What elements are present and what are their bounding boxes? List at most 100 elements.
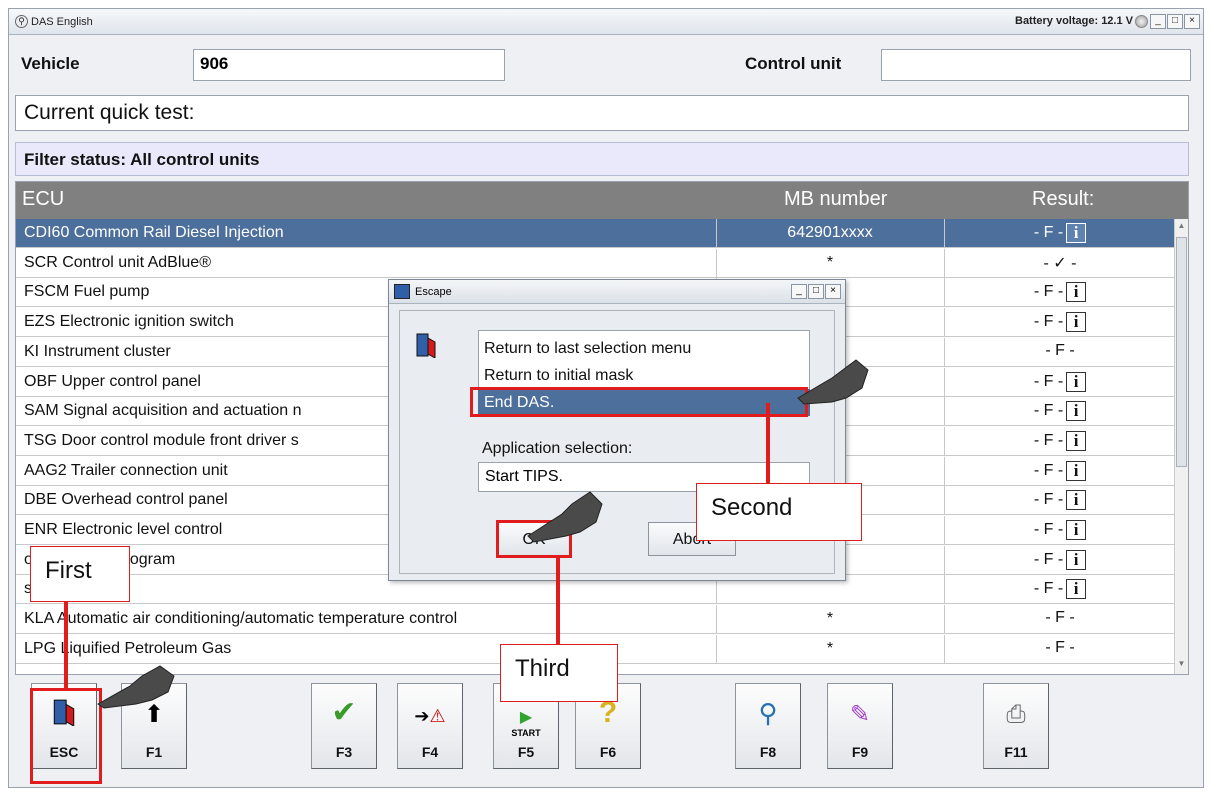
ecu-cell: KI Instrument cluster [24,342,171,360]
ecu-cell: DBE Overhead control panel [24,491,228,509]
scrollbar-thumb[interactable] [1176,237,1187,467]
info-icon[interactable]: i [1066,312,1087,333]
result-cell: - F -i [944,401,1176,422]
f11-button[interactable]: ⎙ F11 [983,683,1049,769]
result-cell: - F -i [944,520,1176,540]
close-button[interactable]: × [1184,14,1200,29]
info-icon[interactable]: i [1066,282,1087,303]
f4-button[interactable]: ➔⚠ F4 [397,683,463,769]
result-cell: - F - [944,639,1176,657]
result-text: - F - [1033,313,1064,331]
mb-number-header: MB number [784,188,888,210]
result-text: - F - [1045,609,1075,627]
annotation-first: First [30,546,130,602]
control-unit-field[interactable] [881,49,1191,81]
minimize-button[interactable]: _ [1150,14,1166,29]
function-key-label: F6 [599,744,617,760]
result-text: - F - [1045,638,1075,656]
connector-second [766,403,770,483]
dialog-title: Escape [415,286,452,298]
result-text: - ✓ - [1043,254,1077,272]
ecu-cell: LPG Liquified Petroleum Gas [24,639,232,657]
table-row[interactable]: SCR Control unit AdBlue® * - ✓ - [16,248,1176,278]
mb-number-cell: * [826,253,834,271]
result-text: - F - [1033,550,1064,568]
menu-item-return-initial[interactable]: Return to initial mask [478,362,810,389]
window-title: DAS English [31,16,93,28]
function-key-label: F8 [759,744,777,760]
printer-icon: ⎙ [1006,701,1026,728]
function-key-label: F11 [1004,744,1028,760]
result-text: - F - [1033,372,1064,390]
vehicle-field[interactable]: 906 [193,49,505,81]
dialog-title-bar: Escape _ □ × [389,280,845,304]
menu-item-return-last[interactable]: Return to last selection menu [478,335,810,362]
ecu-cell: OBF Upper control panel [24,372,201,390]
dialog-minimize-button[interactable]: _ [791,284,807,299]
info-icon[interactable]: i [1066,460,1087,481]
info-icon[interactable]: i [1066,549,1087,570]
quick-test-field: Current quick test: [15,95,1189,131]
mb-number-cell: * [826,610,834,628]
table-scrollbar[interactable]: ▲ ▼ [1174,219,1188,674]
info-icon[interactable]: i [1066,520,1087,540]
callout-esc [30,688,102,784]
f9-button[interactable]: ✎ F9 [827,683,893,769]
result-text: - F - [1033,521,1064,539]
info-icon[interactable]: i [1066,223,1087,243]
pointing-hand-icon [797,359,869,405]
result-cell: - F -i [944,371,1176,392]
table-row[interactable]: KLA Automatic air conditioning/automatic… [16,605,1176,635]
result-header: Result: [1032,188,1095,210]
result-text: - F - [1033,461,1064,479]
dialog-close-button[interactable]: × [825,284,841,299]
door-exit-icon [416,333,436,358]
function-key-label: F9 [851,744,869,760]
ecu-header: ECU [22,188,65,210]
f8-button[interactable]: ⚲ F8 [735,683,801,769]
result-cell: - ✓ - [944,253,1176,273]
result-cell: - F -i [944,579,1176,600]
title-bar: ⚲ DAS English Battery voltage: 12.1 V _ … [9,9,1203,35]
ecu-cell: EZS Electronic ignition switch [24,313,234,331]
table-row[interactable]: CDI60 Common Rail Diesel Injection 642901… [16,219,1176,248]
result-cell: - F -i [944,312,1176,333]
vehicle-row: Vehicle 906 Control unit [11,39,1201,89]
pointing-hand-icon [527,491,603,543]
result-text: - F - [1045,341,1075,359]
result-cell: - F -i [944,549,1176,570]
table-header: ECU MB number Result: [16,182,1188,219]
function-key-label: F3 [335,744,353,760]
start-caption: START [511,728,541,738]
result-cell: - F - [944,609,1176,627]
result-cell: - F -i [944,490,1176,511]
result-cell: - F -i [944,460,1176,481]
filter-status: Filter status: All control units [15,142,1189,176]
checkmark-icon: ✔ [331,696,357,729]
info-icon[interactable]: i [1066,579,1087,600]
help-icon: ? [598,696,618,729]
maximize-button[interactable]: □ [1167,14,1183,29]
mb-number-cell: 642901xxxx [787,224,873,241]
application-selection-label: Application selection: [482,440,633,457]
scroll-down-icon[interactable]: ▼ [1175,659,1188,673]
escape-icon [394,284,410,299]
annotation-third: Third [500,644,618,702]
ecu-cell: TSG Door control module front driver s [24,431,299,449]
f3-button[interactable]: ✔ F3 [311,683,377,769]
info-icon[interactable]: i [1066,371,1087,392]
scroll-up-icon[interactable]: ▲ [1175,221,1188,235]
ecu-cell: AAG2 Trailer connection unit [24,461,228,479]
annotation-second: Second [696,483,862,541]
dialog-maximize-button[interactable]: □ [808,284,824,299]
ecu-cell: SAM Signal acquisition and actuation n [24,402,302,420]
status-led-icon [1135,15,1148,28]
info-icon[interactable]: i [1066,430,1087,451]
result-text: - F - [1033,491,1064,509]
info-icon[interactable]: i [1066,490,1087,511]
result-cell: - F -i [944,282,1176,303]
connector-third [556,556,560,644]
app-icon: ⚲ [15,15,28,28]
info-icon[interactable]: i [1066,401,1087,422]
magnifier-icon: ⚲ [758,698,778,728]
